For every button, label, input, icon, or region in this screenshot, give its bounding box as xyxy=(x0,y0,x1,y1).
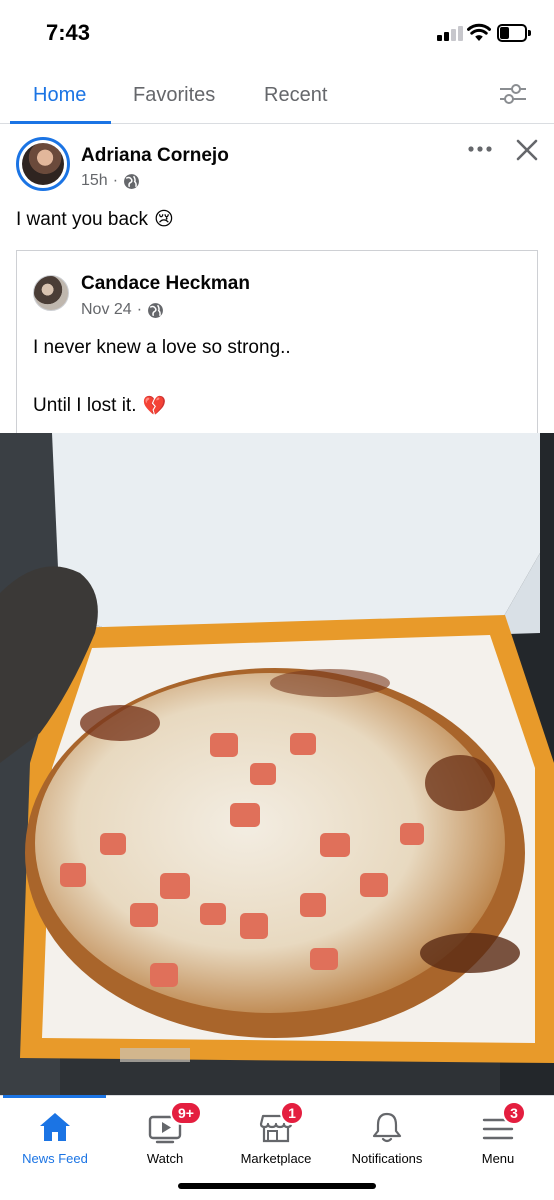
active-tab-indicator xyxy=(10,121,111,124)
post-text-content: I want you back xyxy=(16,208,149,230)
pizza-box-photo xyxy=(0,433,554,1095)
shared-post-text-line2: Until I lost it. 💔 xyxy=(33,394,166,418)
meta-separator: · xyxy=(112,172,119,189)
bottom-navigation: News Feed 9+ Watch 1 Marketplace Notific… xyxy=(0,1095,554,1200)
post-meta: 15h · xyxy=(81,172,140,190)
close-icon[interactable] xyxy=(514,137,540,163)
battery-icon xyxy=(497,24,531,42)
nav-label-marketplace: Marketplace xyxy=(240,1151,312,1166)
cellular-signal-icon xyxy=(437,25,463,41)
status-time: 7:43 xyxy=(46,20,91,45)
crying-face-emoji: 😢 xyxy=(154,209,174,230)
wifi-icon xyxy=(467,23,491,41)
status-bar: 7:43 xyxy=(0,0,554,62)
shared-post-text-line1: I never knew a love so strong.. xyxy=(33,337,291,358)
filter-sliders-icon[interactable] xyxy=(498,82,528,106)
marketplace-badge: 1 xyxy=(280,1101,304,1125)
shared-author-name[interactable]: Candace Heckman xyxy=(81,273,250,295)
shared-post-meta: Nov 24 · xyxy=(81,301,164,319)
watch-badge: 9+ xyxy=(170,1101,202,1125)
nav-label-watch: Watch xyxy=(146,1151,184,1166)
nav-news-feed[interactable]: News Feed xyxy=(0,1096,110,1171)
bell-icon xyxy=(372,1112,402,1143)
author-avatar[interactable] xyxy=(16,137,70,191)
home-indicator-bar xyxy=(178,1183,376,1189)
post-header: Adriana Cornejo 15h · xyxy=(0,125,554,205)
nav-menu[interactable]: 3 Menu xyxy=(443,1096,553,1171)
globe-icon xyxy=(148,302,163,318)
more-options-icon[interactable] xyxy=(466,139,494,159)
menu-badge: 3 xyxy=(502,1101,526,1125)
nav-notifications[interactable]: Notifications xyxy=(332,1096,442,1171)
author-name[interactable]: Adriana Cornejo xyxy=(81,145,229,167)
post-time: 15h xyxy=(81,172,108,189)
feed-tabs: Home Favorites Recent xyxy=(0,62,554,124)
nav-label-notifications: Notifications xyxy=(351,1151,423,1166)
meta-separator: · xyxy=(136,301,143,318)
post-text: I want you back 😢 xyxy=(16,208,174,231)
shared-author-avatar[interactable] xyxy=(33,275,69,311)
home-icon xyxy=(40,1113,70,1141)
shared-post[interactable]: Candace Heckman Nov 24 · I never knew a … xyxy=(16,250,538,434)
post-photo[interactable] xyxy=(0,433,554,1095)
shared-post-text-line2-content: Until I lost it. xyxy=(33,395,137,416)
nav-marketplace[interactable]: 1 Marketplace xyxy=(221,1096,331,1171)
nav-label-menu: Menu xyxy=(481,1151,515,1166)
tab-recent[interactable]: Recent xyxy=(264,84,327,107)
nav-label-news-feed: News Feed xyxy=(22,1151,88,1166)
globe-icon xyxy=(124,173,139,189)
tab-home[interactable]: Home xyxy=(33,84,86,107)
nav-watch[interactable]: 9+ Watch xyxy=(110,1096,220,1171)
tab-favorites[interactable]: Favorites xyxy=(133,84,215,107)
shared-post-date: Nov 24 xyxy=(81,301,132,318)
broken-heart-emoji: 💔 xyxy=(142,396,167,417)
